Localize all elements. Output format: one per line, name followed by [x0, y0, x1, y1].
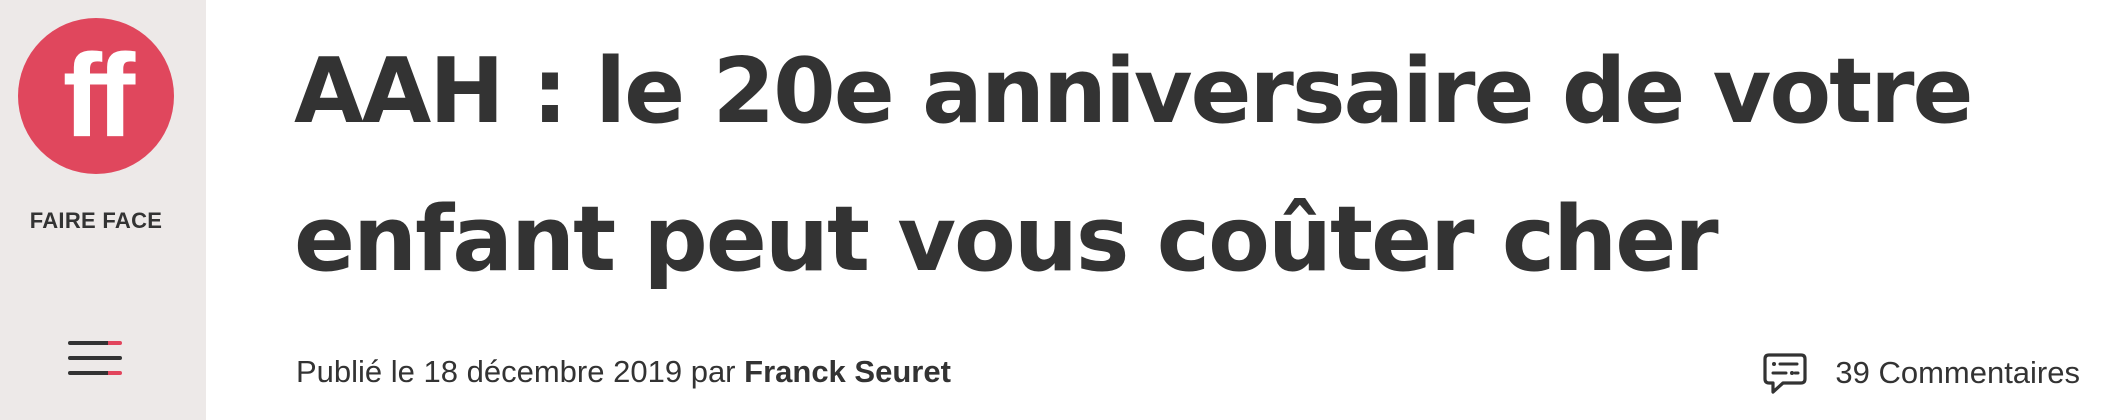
- publish-date: 18 décembre 2019: [423, 354, 683, 389]
- comments-link[interactable]: 39 Commentaires: [1761, 348, 2080, 398]
- comments-count: 39 Commentaires: [1835, 355, 2080, 390]
- hamburger-menu-icon: [68, 341, 122, 345]
- by-label: par: [690, 354, 736, 389]
- published-prefix: Publié le: [296, 354, 415, 389]
- logo-lettering: ff: [63, 30, 136, 162]
- faire-face-logo-icon: ff: [18, 18, 174, 174]
- comment-bubble-icon: [1763, 353, 1807, 394]
- hamburger-menu-icon-bar: [68, 371, 122, 375]
- menu-button[interactable]: [62, 330, 128, 380]
- hamburger-menu-icon-bar: [68, 356, 122, 360]
- article-title: AAH : le 20e anniversaire de votre enfan…: [294, 39, 1974, 292]
- brand-name[interactable]: FAIRE FACE: [0, 208, 192, 234]
- site-logo[interactable]: ff: [18, 18, 174, 174]
- article-meta: Publié le 18 décembre 2019 par Franck Se…: [296, 354, 951, 390]
- author-link[interactable]: Franck Seuret: [744, 354, 951, 389]
- sidebar: ff FAIRE FACE: [0, 0, 206, 420]
